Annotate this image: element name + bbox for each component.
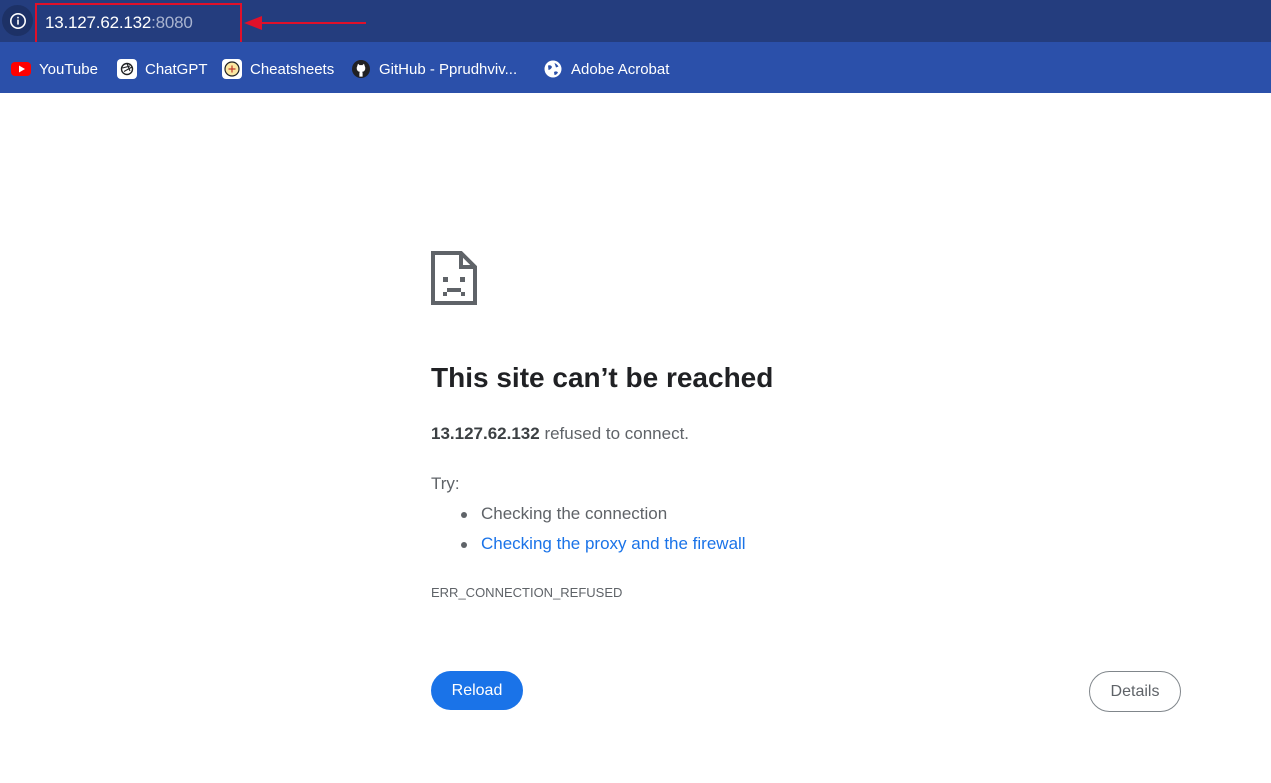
bookmark-chatgpt[interactable]: ChatGPT: [117, 58, 208, 80]
sad-page-icon: [431, 251, 477, 305]
chatgpt-icon: [117, 59, 137, 79]
suggestion-check-connection: Checking the connection: [431, 502, 746, 532]
bookmark-label: Cheatsheets: [250, 60, 335, 78]
github-icon: [351, 59, 371, 79]
red-arrow-annotation-icon: [244, 16, 366, 30]
error-message: refused to connect.: [539, 424, 690, 443]
url-port: :8080: [151, 13, 193, 32]
address-bar: 13.127.62.132:8080: [0, 0, 1271, 44]
bookmark-label: GitHub - Pprudhviv...: [379, 60, 518, 78]
url-host: 13.127.62.132: [45, 13, 152, 32]
bookmark-label: ChatGPT: [145, 60, 208, 78]
error-host: 13.127.62.132: [431, 424, 540, 443]
bookmark-adobe-acrobat[interactable]: Adobe Acrobat: [543, 58, 669, 80]
error-description: 13.127.62.132 refused to connect.: [431, 424, 689, 444]
suggestions-list: Checking the connection Checking the pro…: [431, 502, 746, 562]
youtube-icon: [11, 59, 31, 79]
error-title: This site can’t be reached: [431, 362, 774, 393]
globe-icon: [543, 59, 563, 79]
bookmark-youtube[interactable]: YouTube: [11, 58, 98, 80]
cheatsheets-icon: [222, 59, 242, 79]
bookmark-github[interactable]: GitHub - Pprudhviv...: [351, 58, 517, 80]
error-code: ERR_CONNECTION_REFUSED: [431, 585, 623, 600]
site-info-button[interactable]: [2, 5, 33, 36]
try-label: Try:: [431, 474, 460, 493]
url-input[interactable]: 13.127.62.132:8080: [45, 13, 193, 33]
url-highlight-box[interactable]: 13.127.62.132:8080: [35, 3, 242, 44]
info-icon: [9, 12, 26, 29]
bookmark-label: Adobe Acrobat: [571, 60, 670, 78]
bookmark-cheatsheets[interactable]: Cheatsheets: [222, 58, 334, 80]
bookmark-label: YouTube: [39, 60, 98, 78]
bookmarks-bar: YouTube ChatGPT Cheatsheets GitHub - Ppr…: [0, 42, 1271, 93]
reload-button[interactable]: Reload: [431, 671, 523, 710]
suggestion-check-proxy-link[interactable]: Checking the proxy and the firewall: [431, 532, 746, 562]
details-button[interactable]: Details: [1089, 671, 1181, 712]
